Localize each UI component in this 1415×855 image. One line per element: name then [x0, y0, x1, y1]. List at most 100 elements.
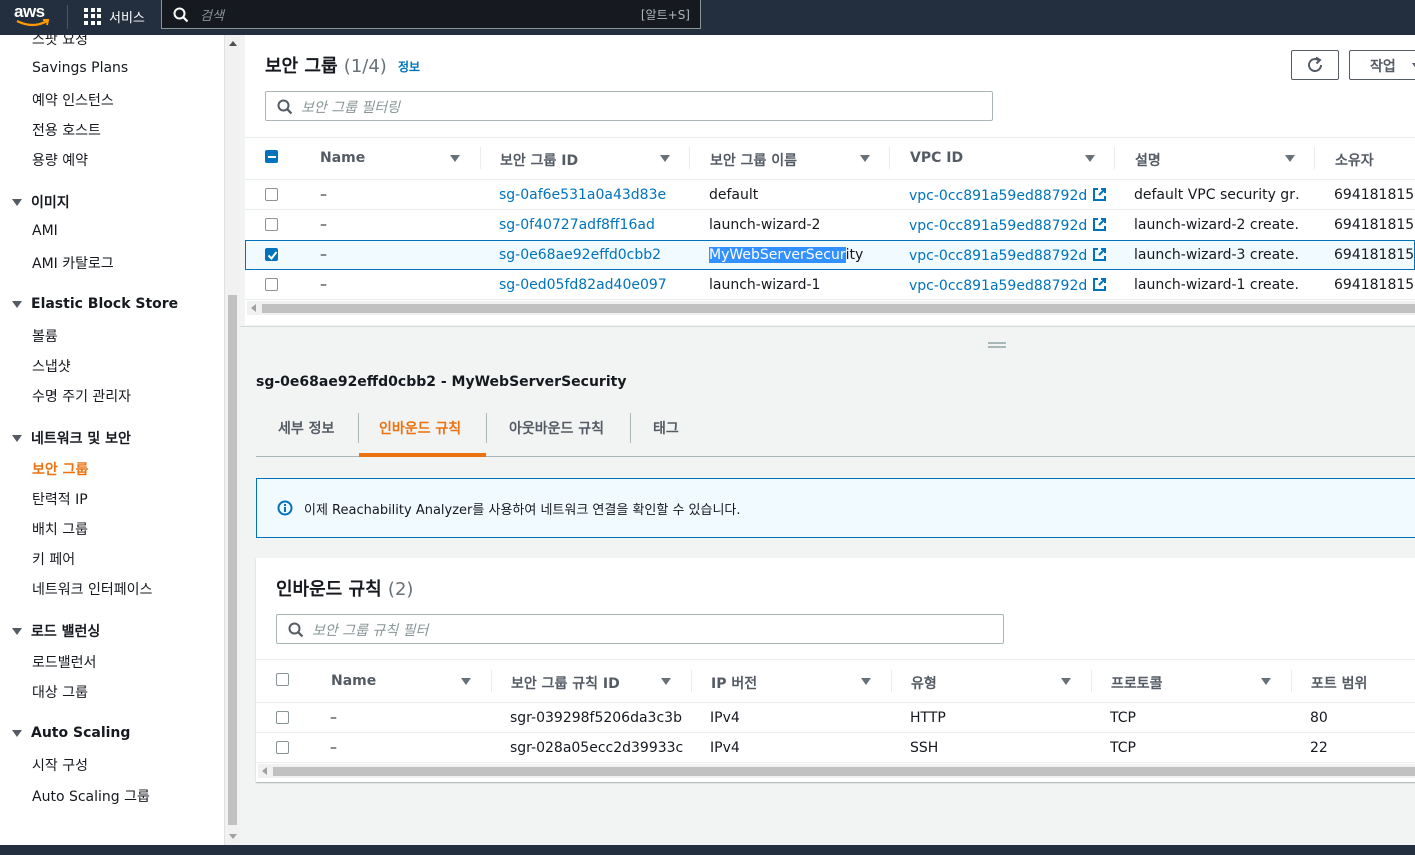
sidebar-item-lifecycle-manager[interactable]: 수명 주기 관리자 — [32, 386, 131, 406]
checkmark-icon — [267, 251, 278, 261]
rule-id: sgr-039298f5206da3c3b — [510, 710, 682, 726]
sidebar-section-network-security[interactable]: 네트워크 및 보안 — [12, 428, 131, 448]
row-checkbox[interactable] — [276, 711, 289, 724]
sort-caret-icon[interactable] — [1085, 155, 1095, 162]
sidebar-item-reserved-instances[interactable]: 예약 인스턴스 — [32, 90, 114, 110]
column-header-type[interactable]: 유형 — [911, 673, 937, 693]
scroll-left-arrow-icon[interactable] — [251, 304, 256, 312]
sidebar-item-savings-plans[interactable]: Savings Plans — [32, 60, 128, 76]
sidebar-item-capacity-reservations[interactable]: 용량 예약 — [32, 150, 88, 170]
sidebar-item-elastic-ips[interactable]: 탄력적 IP — [32, 489, 88, 509]
security-group-filter-input[interactable]: 보안 그룹 필터링 — [265, 91, 993, 121]
sidebar-section-load-balancing[interactable]: 로드 밸런싱 — [12, 621, 100, 641]
sg-id-link[interactable]: sg-0e68ae92effd0cbb2 — [499, 247, 661, 263]
column-header-protocol[interactable]: 프로토콜 — [1111, 673, 1163, 693]
column-header-port-range[interactable]: 포트 범위 — [1311, 673, 1367, 693]
tab-tags[interactable]: 태그 — [653, 418, 679, 438]
global-search-input[interactable]: 검색 [알트+S] — [161, 0, 701, 29]
column-header-name[interactable]: Name — [331, 673, 376, 689]
select-all-checkbox[interactable] — [265, 150, 278, 163]
sg-id-link[interactable]: sg-0af6e531a0a43d83e — [499, 187, 666, 203]
sg-description: default VPC security gr… — [1134, 187, 1299, 203]
column-header-sg-id[interactable]: 보안 그룹 ID — [500, 150, 578, 170]
tab-details[interactable]: 세부 정보 — [278, 418, 334, 438]
sidebar-item-ami[interactable]: AMI — [32, 223, 58, 239]
sidebar-item-security-groups[interactable]: 보안 그룹 — [32, 459, 88, 479]
sg-id-link[interactable]: sg-0ed05fd82ad40e097 — [499, 277, 667, 293]
sg-name: default — [709, 187, 759, 203]
services-label: 서비스 — [109, 10, 145, 26]
sort-caret-icon[interactable] — [660, 155, 670, 162]
sort-caret-icon[interactable] — [1061, 678, 1071, 685]
column-header-sg-name[interactable]: 보안 그룹 이름 — [710, 150, 797, 170]
row-checkbox-checked[interactable] — [265, 248, 278, 261]
sg-table-horizontal-scrollbar[interactable] — [247, 301, 1415, 315]
sidebar-item-placement-groups[interactable]: 배치 그룹 — [32, 519, 88, 539]
resize-grip-icon[interactable] — [988, 342, 1006, 348]
row-checkbox[interactable] — [276, 741, 289, 754]
row-checkbox[interactable] — [265, 188, 278, 201]
sort-caret-icon[interactable] — [1261, 678, 1271, 685]
sidebar-item-volumes[interactable]: 볼륨 — [32, 326, 58, 346]
sidebar-item-dedicated-hosts[interactable]: 전용 호스트 — [32, 120, 101, 140]
vpc-id-link[interactable]: vpc-0cc891a59ed88792d — [909, 247, 1107, 264]
scroll-down-arrow-icon[interactable] — [229, 834, 237, 839]
scrollbar-thumb[interactable] — [262, 304, 1415, 313]
rules-table-horizontal-scrollbar[interactable] — [258, 764, 1415, 778]
row-checkbox[interactable] — [265, 278, 278, 291]
sidebar-item-spot-requests[interactable]: 스팟 요청 — [32, 35, 88, 49]
column-header-ip-version[interactable]: IP 버전 — [711, 673, 757, 693]
sg-owner: 6941818153 — [1334, 187, 1415, 203]
sidebar-item-network-interfaces[interactable]: 네트워크 인터페이스 — [32, 579, 152, 599]
external-link-icon — [1093, 248, 1107, 261]
sidebar-item-launch-configurations[interactable]: 시작 구성 — [32, 755, 88, 775]
sort-caret-icon[interactable] — [861, 678, 871, 685]
tab-outbound-rules[interactable]: 아웃바운드 규칙 — [509, 418, 604, 438]
column-header-description[interactable]: 설명 — [1135, 150, 1161, 170]
tab-inbound-rules[interactable]: 인바운드 규칙 — [379, 418, 461, 438]
caret-down-icon — [12, 300, 22, 308]
inbound-rules-filter-input[interactable]: 보안 그룹 규칙 필터 — [276, 614, 1004, 644]
select-all-checkbox[interactable] — [276, 673, 289, 686]
sg-id-link[interactable]: sg-0f40727adf8ff16ad — [499, 217, 655, 233]
column-header-owner[interactable]: 소유자 — [1335, 150, 1374, 170]
scroll-up-arrow-icon[interactable] — [229, 41, 237, 46]
vpc-id-link[interactable]: vpc-0cc891a59ed88792d — [909, 277, 1107, 294]
sidebar-item-ami-catalog[interactable]: AMI 카탈로그 — [32, 253, 114, 273]
sidebar-item-target-groups[interactable]: 대상 그룹 — [32, 682, 88, 702]
sort-caret-icon[interactable] — [450, 155, 460, 162]
sidebar-item-load-balancers[interactable]: 로드밸런서 — [32, 652, 96, 672]
sort-caret-icon[interactable] — [461, 678, 471, 685]
rule-type: SSH — [910, 740, 939, 756]
aws-logo[interactable]: aws — [14, 2, 54, 30]
sidebar-item-key-pairs[interactable]: 키 페어 — [32, 549, 75, 569]
rule-port-range: 80 — [1310, 710, 1328, 726]
vpc-id-link[interactable]: vpc-0cc891a59ed88792d — [909, 217, 1107, 234]
column-header-vpc-id[interactable]: VPC ID — [910, 150, 963, 166]
inbound-rules-title: 인바운드 규칙 (2) — [276, 575, 413, 601]
sort-caret-icon[interactable] — [860, 155, 870, 162]
sidebar-item-snapshots[interactable]: 스냅샷 — [32, 356, 71, 376]
selection-count: (1/4) — [343, 56, 387, 77]
column-header-rule-id[interactable]: 보안 그룹 규칙 ID — [511, 673, 620, 693]
sidebar-section-images[interactable]: 이미지 — [12, 192, 70, 212]
row-checkbox[interactable] — [265, 218, 278, 231]
sidebar-section-ebs[interactable]: Elastic Block Store — [12, 296, 178, 312]
sort-caret-icon[interactable] — [1285, 155, 1295, 162]
scroll-left-arrow-icon[interactable] — [262, 767, 267, 775]
sidebar-section-label: 이미지 — [31, 195, 70, 211]
column-header-name[interactable]: Name — [320, 150, 365, 166]
sort-caret-icon[interactable] — [661, 678, 671, 685]
refresh-button[interactable] — [1291, 50, 1339, 80]
row-name: – — [320, 277, 327, 293]
sidebar-item-auto-scaling-groups[interactable]: Auto Scaling 그룹 — [32, 786, 150, 806]
scrollbar-thumb[interactable] — [228, 295, 237, 825]
scrollbar-thumb[interactable] — [273, 767, 1415, 776]
info-link[interactable]: 정보 — [398, 58, 420, 75]
sidebar-scrollbar[interactable] — [224, 35, 240, 845]
services-menu-button[interactable]: 서비스 — [84, 5, 145, 27]
actions-dropdown-button[interactable]: 작업 — [1349, 50, 1415, 80]
vpc-id-link[interactable]: vpc-0cc891a59ed88792d — [909, 187, 1107, 204]
inbound-rules-count: (2) — [387, 579, 414, 600]
sidebar-section-auto-scaling[interactable]: Auto Scaling — [12, 725, 130, 741]
